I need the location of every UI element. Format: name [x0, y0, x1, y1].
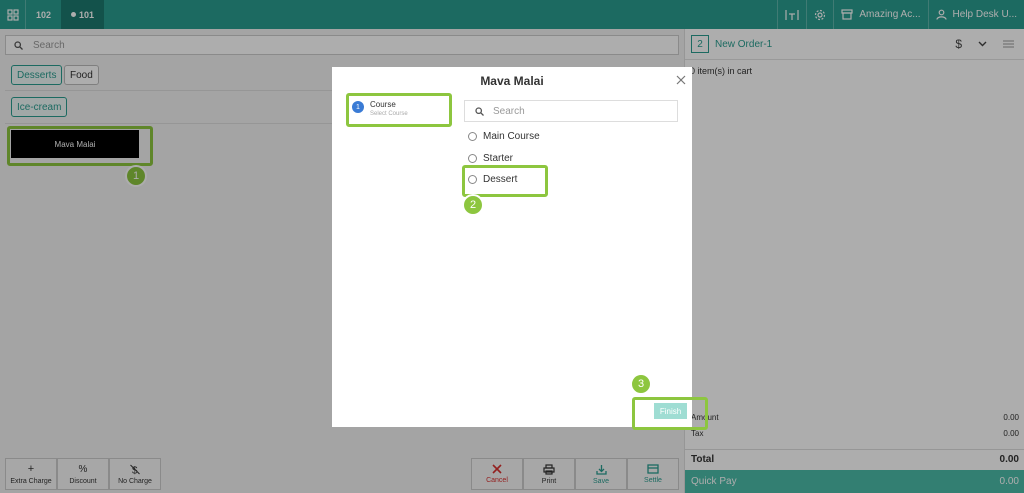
course-search-input[interactable]: Search [464, 100, 678, 122]
option-starter[interactable]: Starter [468, 153, 513, 164]
search-placeholder: Search [493, 105, 525, 117]
annotation-highlight-3 [632, 397, 708, 430]
annotation-badge-3: 3 [630, 373, 652, 395]
search-icon [475, 106, 484, 116]
radio-button[interactable] [468, 154, 477, 163]
radio-button[interactable] [468, 132, 477, 141]
annotation-highlight-course [346, 93, 452, 127]
option-label: Main Course [483, 131, 540, 142]
annotation-highlight-2 [462, 165, 548, 197]
close-icon[interactable] [676, 72, 686, 88]
modal-title: Mava Malai [480, 74, 544, 88]
option-main-course[interactable]: Main Course [468, 131, 540, 142]
option-label: Starter [483, 153, 514, 164]
annotation-badge-2: 2 [462, 194, 484, 216]
